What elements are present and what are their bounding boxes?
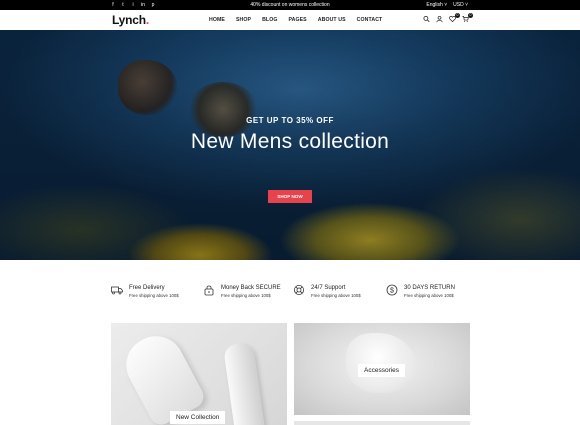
- logo[interactable]: Lynch.: [112, 13, 149, 27]
- feature-title: Free Delivery: [129, 285, 165, 291]
- shop-now-button[interactable]: SHOP NOW: [268, 190, 312, 203]
- nav-pages[interactable]: PAGES: [288, 17, 306, 23]
- feature-money-back: Money Back SECURE Free shipping above 10…: [203, 278, 293, 308]
- nav-blog[interactable]: BLOG: [262, 17, 277, 23]
- hero-banner: GET UP TO 35% OFF New Mens collection SH…: [0, 30, 580, 260]
- features-row: Free Delivery Free shipping above 100$ M…: [0, 278, 580, 308]
- lock-icon: [203, 284, 215, 296]
- category-label[interactable]: Accessories: [358, 364, 406, 377]
- cart-icon[interactable]: 0: [462, 13, 473, 23]
- hero-text: GET UP TO 35% OFF New Mens collection: [0, 116, 580, 154]
- feature-title: 24/7 Support: [311, 285, 346, 291]
- support-icon: [293, 284, 305, 296]
- main-nav: HOME SHOP BLOG PAGES ABOUT US CONTACT: [209, 17, 393, 31]
- user-icon[interactable]: [436, 15, 443, 23]
- header-actions: 0 0: [423, 13, 473, 23]
- feature-desc: Free shipping above 100$: [311, 293, 361, 298]
- category-card-new-collection[interactable]: New Collection: [111, 323, 287, 425]
- category-label[interactable]: New Collection: [170, 411, 226, 424]
- feature-returns: $ 30 DAYS RETURN Free shipping above 100…: [386, 278, 476, 308]
- feature-desc: Free shipping above 100$: [129, 293, 179, 298]
- feature-title: 30 DAYS RETURN: [404, 285, 455, 291]
- site-header: Lynch. HOME SHOP BLOG PAGES ABOUT US CON…: [0, 10, 580, 31]
- nav-home[interactable]: HOME: [209, 17, 225, 31]
- language-select[interactable]: English ˅: [426, 2, 447, 8]
- category-card-accessories[interactable]: Accessories: [294, 323, 470, 415]
- nav-shop[interactable]: SHOP: [236, 17, 251, 23]
- nav-contact[interactable]: CONTACT: [357, 17, 383, 23]
- feature-support: 24/7 Support Free shipping above 100$: [293, 278, 383, 308]
- language-label: English: [426, 2, 443, 8]
- dollar-icon: $: [386, 284, 398, 296]
- hero-title: New Mens collection: [190, 130, 390, 153]
- scarf-image: [346, 333, 416, 393]
- nav-about-us[interactable]: ABOUT US: [318, 17, 346, 23]
- feature-title: Money Back SECURE: [221, 285, 281, 291]
- locale-selectors: English ˅ USD ˅: [426, 2, 468, 8]
- currency-label: USD: [453, 2, 464, 8]
- feature-desc: Free shipping above 100$: [221, 293, 271, 298]
- promo-text: 40% discount on womens collection: [250, 2, 330, 8]
- feature-free-delivery: Free Delivery Free shipping above 100$: [111, 278, 201, 308]
- slide-sandal-image: [222, 341, 266, 425]
- wishlist-count-badge: 0: [455, 13, 460, 18]
- currency-select[interactable]: USD ˅: [453, 2, 468, 8]
- svg-text:$: $: [390, 288, 394, 295]
- top-bar: f t i in p 40% discount on womens collec…: [0, 0, 580, 10]
- feature-desc: Free shipping above 100$: [404, 293, 454, 298]
- hero-subtitle: GET UP TO 35% OFF: [246, 116, 334, 125]
- logo-text: Lynch: [112, 13, 146, 27]
- cart-count-badge: 0: [468, 13, 473, 18]
- wishlist-icon[interactable]: 0: [449, 13, 460, 23]
- search-icon[interactable]: [423, 15, 430, 23]
- category-card-partial[interactable]: [294, 421, 470, 425]
- truck-icon: [111, 284, 123, 296]
- logo-dot: .: [145, 13, 150, 27]
